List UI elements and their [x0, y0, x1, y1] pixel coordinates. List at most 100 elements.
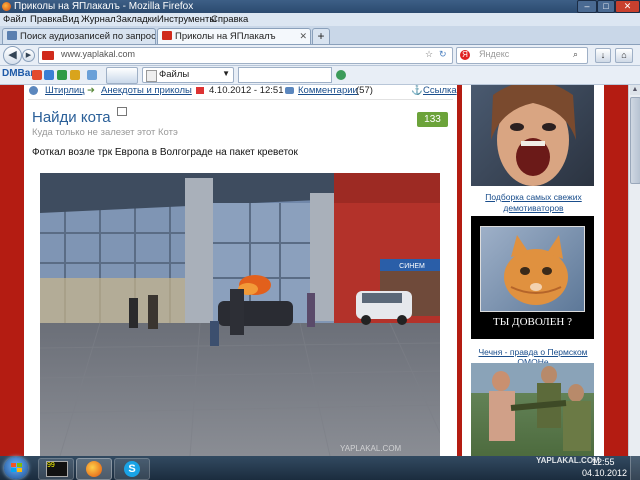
tab-audio-search[interactable]: Поиск аудиозаписей по запросу Pri...: [2, 28, 156, 44]
console-icon: 99: [46, 461, 68, 477]
tab-label: Приколы на ЯПлакалъ: [175, 31, 276, 42]
post-title-text[interactable]: Найди кота: [32, 109, 111, 126]
taskbar-app-skype[interactable]: S: [114, 458, 150, 480]
taskbar-app-cmd[interactable]: 99: [38, 458, 74, 480]
vk-icon: [7, 31, 17, 40]
mall-photo-illustration: СИНЕМ YAPLAKAL.COM: [40, 173, 440, 456]
divider: [28, 99, 453, 100]
search-box[interactable]: Я Яндекс ⌕: [456, 47, 588, 64]
start-button[interactable]: [4, 457, 28, 479]
soldiers-illustration: [471, 363, 594, 451]
firefox-icon: [86, 461, 102, 477]
bookmark-star-icon[interactable]: ☆: [425, 49, 433, 60]
calendar-icon: [196, 87, 204, 94]
downloads-icon[interactable]: ↓: [595, 48, 611, 63]
minimize-button[interactable]: –: [577, 0, 597, 13]
close-window-button[interactable]: ✕: [615, 0, 640, 13]
maximize-button[interactable]: □: [597, 0, 615, 13]
clock-time[interactable]: 12:55: [592, 457, 615, 467]
author-link[interactable]: Штирлиц: [45, 85, 85, 96]
yaplakal-icon: [162, 31, 172, 40]
menu-help[interactable]: Справка: [211, 13, 248, 26]
rating-badge[interactable]: 133: [417, 112, 448, 127]
forward-button[interactable]: ▶: [22, 49, 35, 62]
green-app-icon[interactable]: [57, 70, 67, 80]
cat-photo: [480, 226, 585, 312]
close-tab-icon[interactable]: ✕: [299, 29, 307, 44]
files-select-value: Файлы: [159, 69, 190, 80]
blue-app-icon[interactable]: [44, 70, 54, 80]
menu-tools[interactable]: Инструменты: [157, 13, 216, 26]
search-icon[interactable]: ⌕: [573, 49, 578, 60]
taskbar-watermark: YAPLAKAL.COM: [536, 456, 600, 465]
title-bar: Приколы на ЯПлакалъ - Mozilla Firefox – …: [0, 0, 640, 13]
toolbar-search-input[interactable]: [238, 67, 332, 83]
vertical-scrollbar[interactable]: ▲: [628, 85, 640, 456]
menu-file[interactable]: Файл: [3, 13, 26, 26]
window-title: Приколы на ЯПлакалъ - Mozilla Firefox: [14, 1, 194, 12]
windows-logo-icon: [11, 463, 16, 467]
section-link[interactable]: Анекдоты и приколы: [101, 85, 192, 96]
yandex-icon: Я: [460, 50, 470, 60]
taskbar: 99 S YAPLAKAL.COM 12:55 04.10.2012: [0, 456, 640, 480]
post-photo[interactable]: СИНЕМ YAPLAKAL.COM: [40, 173, 440, 456]
scroll-thumb[interactable]: [630, 97, 640, 184]
menu-view[interactable]: Вид: [62, 13, 79, 26]
hand-tool-button[interactable]: [106, 67, 138, 84]
menu-edit[interactable]: Правка: [30, 13, 62, 26]
sidebar-link-demotivators[interactable]: Подборка самых свежих демотиваторов: [475, 192, 592, 214]
show-desktop-button[interactable]: [630, 456, 640, 480]
addon-toolbar: DMBar Файлы ▼: [0, 66, 640, 85]
red-app-icon[interactable]: [32, 70, 42, 80]
home-icon[interactable]: ⌂: [615, 48, 633, 63]
cloud-app-icon[interactable]: [87, 70, 97, 80]
yellow-app-icon[interactable]: [70, 70, 80, 80]
files-dropdown[interactable]: Файлы ▼: [142, 67, 234, 83]
menu-bar: Файл Правка Вид Журнал Закладки Инструме…: [0, 13, 640, 26]
arrow-icon: ➜: [87, 85, 95, 96]
url-text: www.yaplakal.com: [61, 49, 136, 59]
user-icon: [29, 86, 38, 95]
comment-icon: [285, 87, 294, 94]
soldiers-image[interactable]: [471, 363, 594, 456]
demotivator-poster[interactable]: ТЫ ДОВОЛЕН ?: [471, 216, 594, 339]
menu-bookmarks[interactable]: Закладки: [116, 13, 157, 26]
demotivators-image[interactable]: [471, 85, 594, 186]
comments-count: (57): [356, 85, 373, 96]
open-new-window-icon[interactable]: [116, 107, 127, 116]
anchor-icon: ⚓: [411, 85, 423, 96]
new-tab-button[interactable]: +: [312, 28, 330, 44]
clock-date[interactable]: 04.10.2012: [582, 468, 627, 478]
post-column: Штирлиц ➜ Анекдоты и приколы 4.10.2012 -…: [24, 85, 457, 456]
comments-link[interactable]: Комментарии: [298, 85, 358, 96]
post-body: Фоткал возле трк Европа в Волгограде на …: [32, 147, 298, 158]
skype-icon: S: [124, 461, 140, 477]
post-subtitle: Куда только не залезет этот Котэ: [32, 127, 178, 138]
url-bar[interactable]: www.yaplakal.com ☆ ↻: [38, 47, 453, 64]
dmbar-label[interactable]: DMBar: [2, 68, 34, 79]
permalink[interactable]: Ссылка: [423, 85, 457, 96]
firefox-icon: [2, 2, 11, 11]
back-button[interactable]: ◀: [3, 46, 22, 65]
tab-yaplakal[interactable]: Приколы на ЯПлакалъ ✕: [157, 28, 311, 44]
breadcrumb: Штирлиц ➜ Анекдоты и приколы 4.10.2012 -…: [29, 85, 457, 97]
taskbar-app-firefox[interactable]: [76, 458, 112, 480]
page-viewport: Штирлиц ➜ Анекдоты и приколы 4.10.2012 -…: [0, 85, 640, 456]
scroll-up-icon[interactable]: ▲: [630, 85, 640, 95]
cinema-sign: СИНЕМ: [399, 263, 425, 270]
tab-label: Поиск аудиозаписей по запросу Pri...: [20, 31, 156, 42]
search-placeholder: Яндекс: [479, 49, 510, 59]
menu-history[interactable]: Журнал: [81, 13, 116, 26]
screaming-face-illustration: [491, 85, 576, 186]
chevron-down-icon: ▼: [222, 69, 230, 78]
cat-illustration: [504, 235, 568, 305]
go-search-icon[interactable]: [336, 70, 346, 80]
navigation-bar: ◀ ▶ www.yaplakal.com ☆ ↻ Я Яндекс ⌕ ↓ ⌂: [0, 45, 640, 66]
site-icon: [42, 51, 54, 60]
post-date: 4.10.2012 - 12:51: [209, 85, 284, 96]
reload-icon[interactable]: ↻: [439, 49, 447, 60]
photo-watermark: YAPLAKAL.COM: [340, 444, 402, 453]
tab-bar: Поиск аудиозаписей по запросу Pri... При…: [0, 26, 640, 45]
post-title[interactable]: Найди кота: [32, 107, 127, 126]
demotivator-caption: ТЫ ДОВОЛЕН ?: [493, 316, 572, 328]
